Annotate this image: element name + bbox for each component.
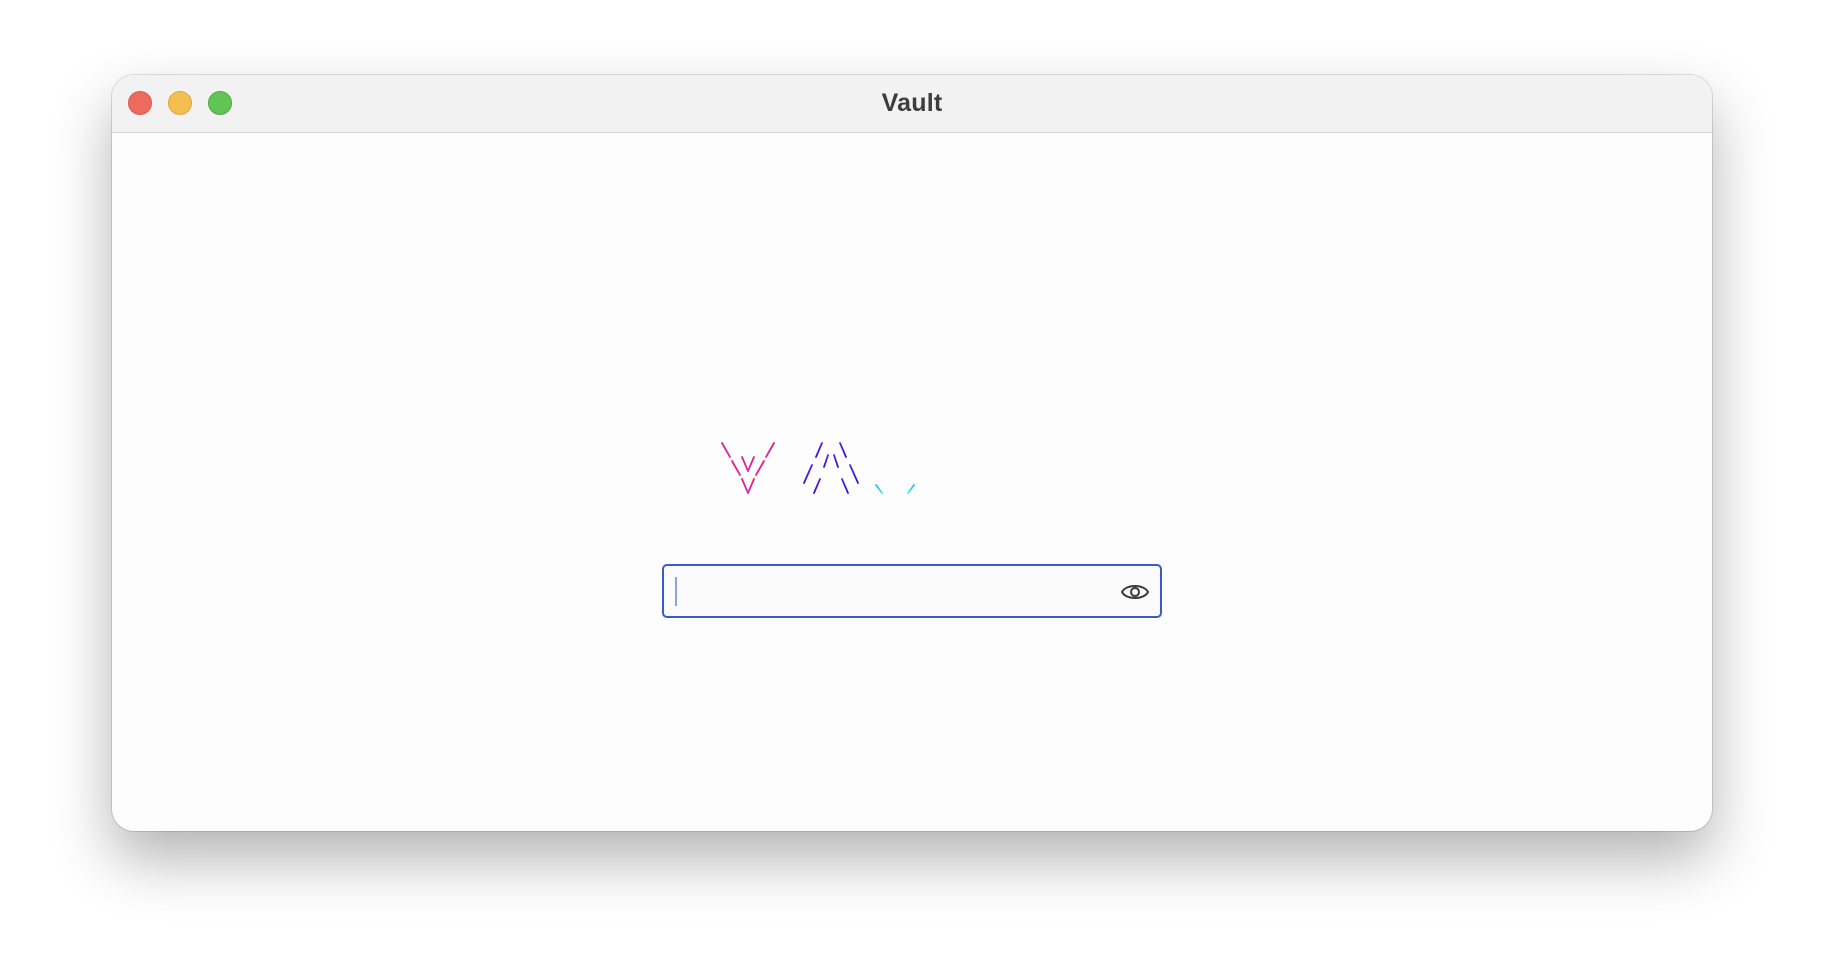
app-window: Vault xyxy=(112,75,1712,831)
title-bar[interactable]: Vault xyxy=(112,75,1712,133)
main-content xyxy=(112,133,1712,831)
vault-logo xyxy=(720,435,1104,503)
logo-letter-t xyxy=(994,436,1048,496)
window-title: Vault xyxy=(881,89,943,117)
logo-letter-a xyxy=(799,436,863,496)
logo-letter-u xyxy=(872,436,918,496)
toggle-visibility-button[interactable] xyxy=(1118,575,1152,609)
vault-logo-art xyxy=(721,436,1048,496)
logo-letter-v xyxy=(721,436,775,496)
eye-icon xyxy=(1121,585,1149,599)
password-input[interactable] xyxy=(678,566,1102,618)
logo-letter-l xyxy=(934,436,974,496)
password-field[interactable] xyxy=(662,564,1162,618)
text-caret xyxy=(675,577,677,606)
